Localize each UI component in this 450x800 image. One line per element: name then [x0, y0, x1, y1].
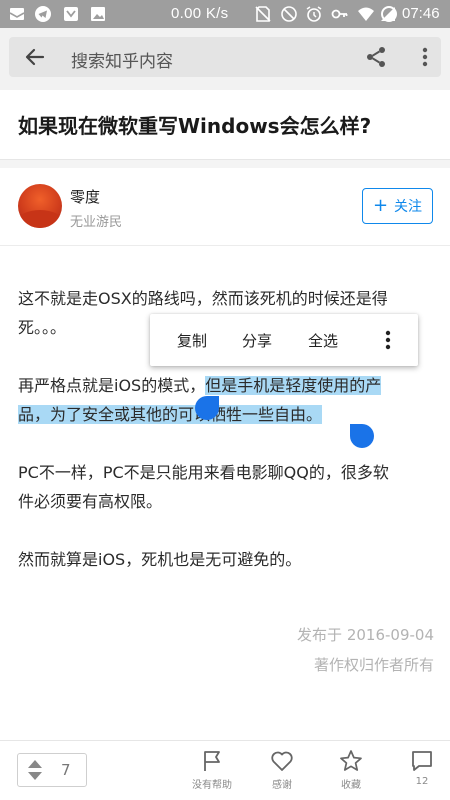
plain-text: 再严格点就是iOS的模式，	[18, 376, 206, 395]
question-header: 如果现在微软重写Windows会怎么样?	[0, 90, 450, 160]
bottom-action-bar: 7 没有帮助 感谢 收藏 12	[0, 740, 450, 800]
unhelpful-label: 没有帮助	[192, 780, 232, 791]
author-row: 零度 无业游民 + 关注	[0, 168, 450, 246]
heart-icon	[271, 751, 293, 771]
search-box[interactable]: 搜索知乎内容	[9, 37, 441, 77]
thanks-button[interactable]: 感谢	[252, 749, 312, 791]
paragraph-line: 然而就算是iOS，死机也是无可避免的。	[18, 550, 302, 569]
publish-date: 发布于 2016-09-04	[297, 626, 434, 644]
share-menu-item[interactable]: 分享	[242, 330, 272, 351]
copyright-note: 著作权归作者所有	[313, 656, 434, 674]
selected-text[interactable]: 但是手机是轻度使用的产	[205, 376, 382, 395]
comment-icon	[412, 751, 432, 771]
no-disturb-icon	[281, 6, 297, 22]
comments-button[interactable]: 12	[392, 749, 450, 787]
image-icon	[91, 7, 105, 21]
store-icon	[64, 7, 78, 21]
selection-end-handle[interactable]	[350, 424, 374, 448]
follow-button[interactable]: + 关注	[362, 188, 433, 224]
select-all-menu-item[interactable]: 全选	[308, 330, 338, 351]
circle-battery-icon	[381, 6, 397, 22]
status-bar: 0.00 K/s 07:46	[0, 0, 450, 28]
unhelpful-button[interactable]: 没有帮助	[182, 749, 242, 791]
telegram-icon	[35, 6, 51, 22]
selection-start-handle[interactable]	[195, 396, 219, 420]
follow-label: 关注	[394, 199, 423, 215]
more-vertical-icon[interactable]	[378, 328, 398, 352]
paragraph-line: 件必须要有高权限。	[18, 492, 163, 511]
clock: 07:46	[402, 5, 440, 22]
plus-icon: +	[372, 195, 389, 216]
mail-icon	[9, 8, 25, 20]
vote-button[interactable]: 7	[17, 753, 87, 787]
collect-button[interactable]: 收藏	[321, 749, 381, 791]
search-placeholder[interactable]: 搜索知乎内容	[71, 47, 173, 72]
key-icon	[331, 9, 348, 19]
paragraph-line: 再严格点就是iOS的模式，但是手机是轻度使用的产	[18, 371, 382, 400]
share-icon[interactable]	[364, 45, 388, 69]
text-selection-menu: 复制 分享 全选	[150, 314, 418, 366]
back-arrow-icon[interactable]	[23, 45, 47, 69]
copy-menu-item[interactable]: 复制	[177, 330, 207, 351]
collect-label: 收藏	[341, 780, 361, 791]
paragraph-line: PC不一样，PC不是只能用来看电影聊QQ的，很多软	[18, 463, 389, 482]
author-bio: 无业游民	[70, 215, 123, 230]
wifi-icon	[358, 7, 374, 21]
vote-up-down-icon	[28, 760, 42, 780]
alarm-icon	[306, 6, 322, 22]
star-icon	[340, 750, 362, 771]
more-vertical-icon[interactable]	[413, 45, 437, 69]
author-name[interactable]: 零度	[70, 186, 100, 207]
question-title[interactable]: 如果现在微软重写Windows会怎么样?	[18, 110, 371, 139]
net-speed: 0.00 K/s	[171, 5, 229, 22]
paragraph-line: 这不就是走OSX的路线吗，然而该死机的时候还是得	[18, 289, 388, 308]
avatar[interactable]	[18, 184, 62, 228]
selected-text[interactable]: 品，为了安全或其他的可以牺牲一些自由。	[18, 405, 323, 424]
comment-count: 12	[415, 776, 429, 787]
app-bar: 搜索知乎内容	[0, 28, 450, 90]
flag-icon	[204, 751, 220, 771]
vote-count: 7	[61, 761, 71, 779]
paragraph-line: 品，为了安全或其他的可以牺牲一些自由。	[18, 400, 323, 429]
thanks-label: 感谢	[272, 780, 292, 791]
section-divider	[0, 160, 450, 168]
paragraph-line: 死。。。	[18, 318, 67, 337]
no-sim-icon	[255, 6, 271, 22]
